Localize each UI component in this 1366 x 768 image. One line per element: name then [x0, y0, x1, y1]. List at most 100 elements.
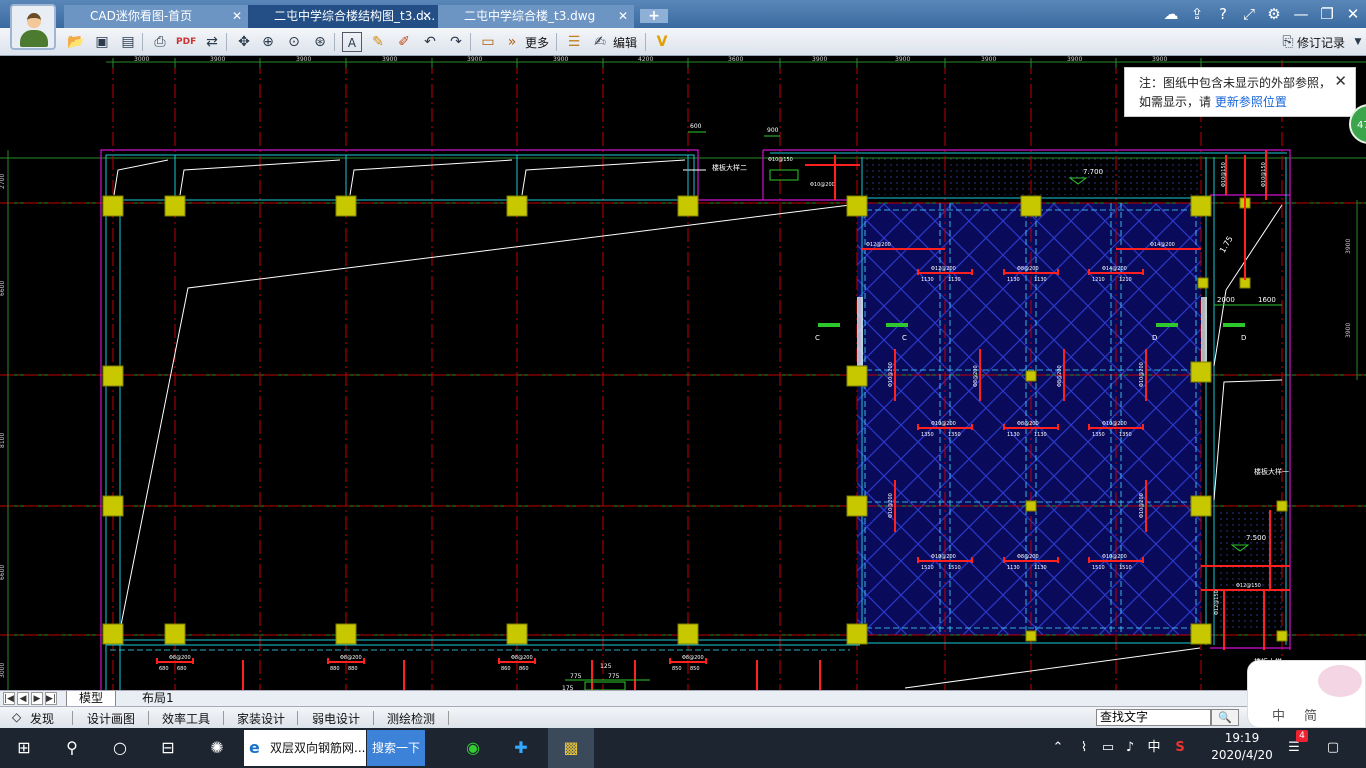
convert-icon[interactable]: ⇄: [202, 32, 222, 52]
save-icon[interactable]: ▣: [92, 32, 112, 52]
column: [1025, 500, 1037, 512]
home-design-button[interactable]: 家装设计: [237, 710, 285, 727]
drawing-canvas[interactable]: 3000 3900 3900 3900 3900 3900 4200 3600 …: [0, 56, 1366, 690]
close-icon[interactable]: ✕: [1334, 72, 1347, 91]
cortana-icon[interactable]: ○: [106, 728, 134, 768]
vip-icon[interactable]: V: [652, 32, 672, 52]
rebar-label: 1210: [1092, 277, 1105, 283]
first-tab-icon[interactable]: |◀: [3, 692, 15, 705]
find-text-input[interactable]: 查找文字: [1096, 709, 1211, 726]
measure-icon[interactable]: ▭: [478, 32, 498, 52]
clock-time: 19:19: [1224, 731, 1260, 745]
tab-structure-drawing[interactable]: 二屯中学综合楼结构图_t3.d... ✕: [248, 5, 438, 28]
layers-icon[interactable]: ☰: [564, 32, 584, 52]
save-as-icon[interactable]: ▤: [118, 32, 138, 52]
last-tab-icon[interactable]: ▶|: [45, 692, 57, 705]
weak-current-design-button[interactable]: 弱电设计: [312, 710, 360, 727]
rebar-label: Φ12@200: [866, 242, 891, 248]
text-icon[interactable]: A: [342, 32, 362, 52]
undo-icon[interactable]: ↶: [420, 32, 440, 52]
tab-home[interactable]: CAD迷你看图-首页 ✕: [64, 5, 248, 28]
new-tab-button[interactable]: +: [640, 9, 668, 23]
cad-viewer-taskbar-icon[interactable]: ▩: [548, 728, 594, 768]
ime-widget[interactable]: 中 简: [1247, 660, 1366, 728]
rebar-label: Φ8@200: [1017, 554, 1039, 560]
search-icon[interactable]: ⚲: [58, 728, 86, 768]
tab-building-drawing[interactable]: 二屯中学综合楼_t3.dwg ✕: [438, 5, 634, 28]
action-center-icon[interactable]: ▢: [1322, 728, 1344, 768]
share-icon[interactable]: ⇪: [1186, 3, 1208, 25]
print-icon[interactable]: ⎙: [150, 32, 170, 52]
app-plus-icon[interactable]: ✚: [506, 728, 536, 768]
next-tab-icon[interactable]: ▶: [31, 692, 43, 705]
dim-text: 3900: [210, 56, 225, 63]
taskbar-search-button[interactable]: 搜索一下: [367, 730, 425, 766]
edit-icon[interactable]: ✍: [590, 32, 610, 52]
search-icon[interactable]: 🔍: [1211, 709, 1239, 726]
battery-icon[interactable]: ▭: [1098, 728, 1118, 768]
layout-tab-model[interactable]: 模型: [66, 691, 117, 707]
chevron-up-icon[interactable]: ⌃: [1048, 728, 1068, 768]
rebar-label: 1210: [1119, 277, 1132, 283]
markup-icon[interactable]: ✐: [394, 32, 414, 52]
close-tab-icon[interactable]: ✕: [232, 5, 242, 28]
pdf-icon[interactable]: PDF: [176, 32, 196, 52]
edit-button[interactable]: 编辑: [613, 34, 637, 51]
revision-icon[interactable]: ⎘: [1278, 32, 1298, 52]
redo-icon[interactable]: ↷: [446, 32, 466, 52]
restore-icon[interactable]: ❐: [1316, 3, 1338, 25]
sogou-icon[interactable]: S: [1170, 728, 1190, 768]
windows-start-icon[interactable]: ⊞: [10, 728, 38, 768]
column: [846, 495, 868, 517]
dim-text: 6600: [0, 281, 6, 296]
rebar-label: Φ8@200: [511, 655, 533, 661]
discover-button[interactable]: 发现: [30, 710, 54, 727]
chevron-down-icon[interactable]: ▼: [1348, 32, 1366, 52]
pencil-icon[interactable]: ✎: [368, 32, 388, 52]
zoom-window-icon[interactable]: ⊕: [258, 32, 278, 52]
design-drawing-button[interactable]: 设计画图: [87, 710, 135, 727]
pinwheel-app-icon[interactable]: ✺: [202, 728, 232, 768]
pan-icon[interactable]: ✥: [234, 32, 254, 52]
minimize-icon[interactable]: —: [1290, 3, 1312, 25]
layout-tab-layout1[interactable]: 布局1: [130, 691, 186, 707]
browser-360-icon[interactable]: ◉: [458, 728, 488, 768]
prev-tab-icon[interactable]: ◀: [17, 692, 29, 705]
fullscreen-icon[interactable]: ⤢: [1238, 3, 1260, 25]
zoom-extents-icon[interactable]: ⊙: [284, 32, 304, 52]
rebar-label: Φ10@200: [931, 421, 956, 427]
ime-script[interactable]: 简: [1304, 705, 1317, 724]
column: [677, 195, 699, 217]
settings-icon[interactable]: ⚙: [1263, 3, 1285, 25]
close-window-icon[interactable]: ✕: [1342, 3, 1364, 25]
help-icon[interactable]: ?: [1212, 3, 1234, 25]
cloud-icon[interactable]: ☁: [1160, 3, 1182, 25]
rebar-label: 880: [348, 666, 358, 672]
zoom-realtime-icon[interactable]: ⊛: [310, 32, 330, 52]
revision-record-button[interactable]: 修订记录: [1297, 34, 1345, 51]
more-button[interactable]: 更多: [525, 34, 549, 51]
rebar-label: 1510: [1119, 565, 1132, 571]
more-icon[interactable]: »: [502, 32, 522, 52]
network-icon[interactable]: ⌇: [1074, 728, 1094, 768]
input-language[interactable]: 中: [1144, 728, 1164, 768]
efficiency-tools-button[interactable]: 效率工具: [162, 710, 210, 727]
rebar-label: 1130: [1007, 565, 1020, 571]
volume-icon[interactable]: ♪: [1120, 728, 1140, 768]
taskbar-browser-app[interactable]: e 双层双向钢筋网...: [244, 730, 366, 766]
rebar-label: 1510: [1092, 565, 1105, 571]
system-clock[interactable]: 19:19 2020/4/20: [1204, 730, 1280, 764]
update-reference-link[interactable]: 更新参照位置: [1215, 95, 1287, 109]
ime-mode[interactable]: 中: [1272, 705, 1285, 724]
task-view-icon[interactable]: ⊟: [154, 728, 182, 768]
dim-text: 3000: [134, 56, 149, 63]
close-tab-icon[interactable]: ✕: [422, 5, 432, 28]
rebar-label: Φ10@200: [888, 493, 894, 518]
open-folder-icon[interactable]: 📂: [66, 32, 86, 52]
elevation-label: 7.500: [1246, 534, 1266, 542]
user-avatar[interactable]: [10, 4, 56, 50]
rebar-label: Φ14@200: [1102, 266, 1127, 272]
close-tab-icon[interactable]: ✕: [618, 5, 628, 28]
survey-button[interactable]: 测绘检测: [387, 710, 435, 727]
rebar-label: 1350: [1119, 432, 1132, 438]
